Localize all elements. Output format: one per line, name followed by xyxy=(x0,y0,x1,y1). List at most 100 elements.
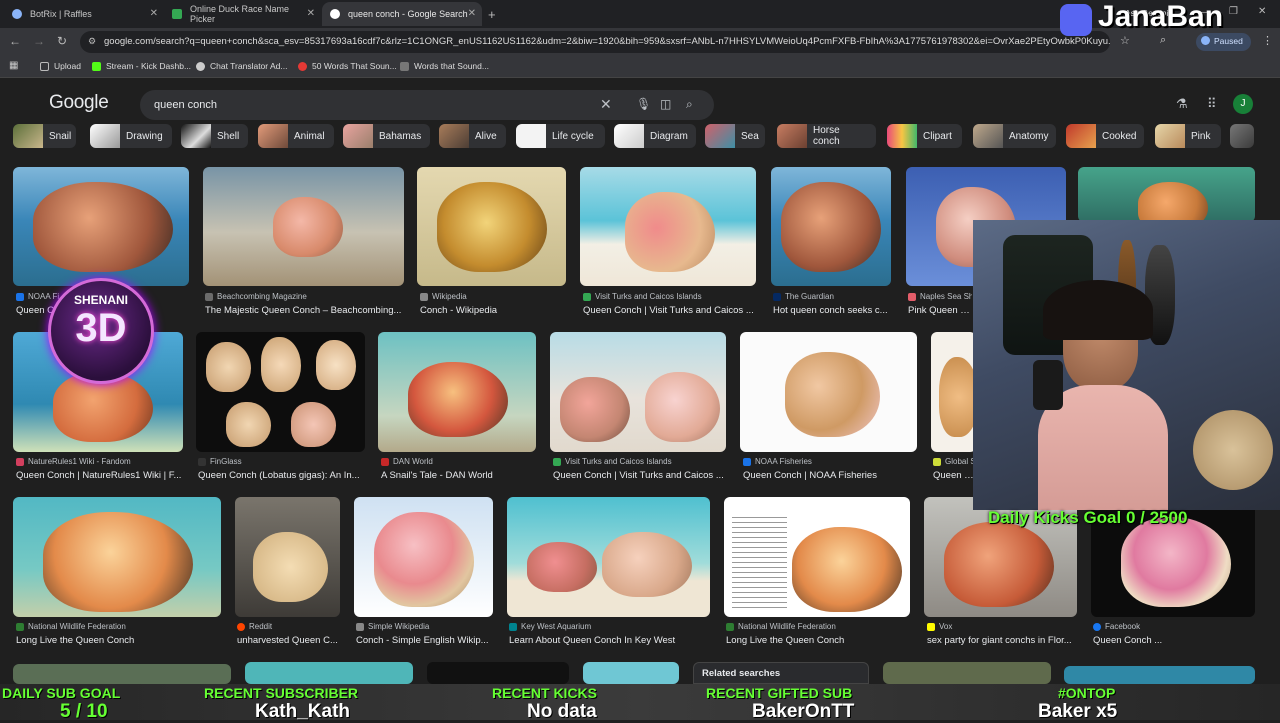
result-title[interactable]: Queen co... xyxy=(933,470,975,481)
result-image[interactable] xyxy=(1064,666,1255,684)
result-image[interactable] xyxy=(931,332,976,452)
chip-cooked[interactable]: Cooked xyxy=(1066,124,1144,148)
result-image[interactable] xyxy=(13,664,231,684)
tab-duck-race[interactable]: Online Duck Race Name Picker ✕ xyxy=(164,2,321,26)
result-source[interactable]: NOAA Fisheries xyxy=(743,457,918,466)
result-source[interactable]: NatureRules1 Wiki - Fandom xyxy=(16,457,186,466)
result-source[interactable]: Key West Aquarium xyxy=(509,622,709,631)
result-image[interactable] xyxy=(550,332,726,452)
maximize-icon[interactable]: ❐ xyxy=(1229,6,1238,17)
result-source[interactable]: Reddit xyxy=(237,622,342,631)
result-source[interactable]: Vox xyxy=(927,622,1077,631)
microphone-icon[interactable]: 🎙 xyxy=(636,97,651,111)
result-title[interactable]: Queen Conch | NOAA Fisheries xyxy=(743,470,918,481)
profile-paused-button[interactable]: Paused xyxy=(1196,33,1251,51)
forward-icon[interactable]: → xyxy=(33,34,45,48)
search-box[interactable]: queen conch ✕ 🎙 ◫ ⌕ xyxy=(140,90,714,120)
result-image[interactable] xyxy=(378,332,536,452)
chip-pink[interactable]: Pink xyxy=(1155,124,1221,148)
chip-animal[interactable]: Animal xyxy=(258,124,334,148)
apps-grid-icon[interactable]: ▦ xyxy=(9,60,18,71)
result-image[interactable] xyxy=(724,497,910,617)
result-image[interactable] xyxy=(771,167,891,286)
result-source[interactable]: FinGlass xyxy=(198,457,368,466)
result-title[interactable]: Pink Queen Con... xyxy=(908,305,972,316)
result-title[interactable]: Queen Conch | NatureRules1 Wiki | F... xyxy=(16,470,186,481)
bookmark-chat-translator[interactable]: Chat Translator Ad... xyxy=(196,61,287,71)
result-image[interactable] xyxy=(507,497,710,617)
result-title[interactable]: unharvested Queen C... xyxy=(237,635,342,646)
result-title[interactable]: Learn About Queen Conch In Key West xyxy=(509,635,709,646)
labs-flask-icon[interactable]: ⚗ xyxy=(1176,96,1188,112)
close-tab-icon[interactable]: ✕ xyxy=(307,8,315,19)
result-source[interactable]: Facebook xyxy=(1093,622,1253,631)
close-tab-icon[interactable]: ✕ xyxy=(468,8,476,19)
search-icon[interactable]: ⌕ xyxy=(686,97,693,112)
result-source[interactable]: Wikipedia xyxy=(420,292,570,301)
new-tab-icon[interactable]: + xyxy=(488,7,496,22)
chip-anatomy[interactable]: Anatomy xyxy=(973,124,1056,148)
tab-google-search[interactable]: queen conch - Google Search ✕ xyxy=(322,2,482,26)
bookmark-kick[interactable]: Stream - Kick Dashb... xyxy=(92,61,191,71)
result-title[interactable]: The Majestic Queen Conch – Beachcombing.… xyxy=(205,305,405,316)
chip-bahamas[interactable]: Bahamas xyxy=(343,124,430,148)
result-image[interactable] xyxy=(583,662,679,684)
chip-sea[interactable]: Sea xyxy=(705,124,765,148)
google-logo[interactable]: Google xyxy=(49,92,109,114)
chip-life-cycle[interactable]: Life cycle xyxy=(516,124,605,148)
result-title[interactable]: Conch - Simple English Wikip... xyxy=(356,635,496,646)
chip-shell[interactable]: Shell xyxy=(181,124,248,148)
result-source[interactable]: Global S... xyxy=(933,457,975,466)
result-source[interactable]: Visit Turks and Caicos Islands xyxy=(583,292,758,301)
result-title[interactable]: sex party for giant conchs in Flor... xyxy=(927,635,1077,646)
result-source[interactable]: National Wildlife Federation xyxy=(16,622,221,631)
result-source[interactable]: Naples Sea Sh... xyxy=(908,292,972,301)
result-source[interactable]: Simple Wikipedia xyxy=(356,622,496,631)
search-input[interactable]: queen conch xyxy=(154,99,217,111)
chip-drawing[interactable]: Drawing xyxy=(90,124,172,148)
close-window-icon[interactable]: ✕ xyxy=(1258,6,1266,17)
chip-horse-conch[interactable]: Horse conch xyxy=(777,124,876,148)
google-apps-icon[interactable]: ⠿ xyxy=(1207,96,1217,112)
result-image[interactable] xyxy=(740,332,917,452)
result-title[interactable]: Queen Conch (Lobatus gigas): An In... xyxy=(198,470,364,481)
result-source[interactable]: National Wildlife Federation xyxy=(726,622,911,631)
reload-icon[interactable]: ↻ xyxy=(57,34,67,48)
result-image[interactable] xyxy=(354,497,493,617)
bookmark-50-words[interactable]: 50 Words That Soun... xyxy=(298,61,397,71)
result-image[interactable] xyxy=(203,167,404,286)
result-title[interactable]: Long Live the Queen Conch xyxy=(16,635,221,646)
result-image[interactable] xyxy=(13,497,221,617)
bookmark-upload[interactable]: Upload xyxy=(40,61,81,71)
result-image[interactable] xyxy=(235,497,340,617)
bookmark-star-icon[interactable]: ☆ xyxy=(1120,34,1130,47)
result-image[interactable] xyxy=(427,662,569,684)
camera-lens-icon[interactable]: ◫ xyxy=(660,97,671,111)
result-image[interactable] xyxy=(245,662,413,684)
avatar[interactable]: J xyxy=(1233,94,1253,114)
result-title[interactable]: Hot queen conch seeks c... xyxy=(773,305,893,316)
result-title[interactable]: Queen Conch | Visit Turks and Caicos ... xyxy=(583,305,758,316)
result-image[interactable] xyxy=(1078,167,1255,222)
result-image[interactable] xyxy=(13,167,189,286)
result-source[interactable]: Beachcombing Magazine xyxy=(205,292,405,301)
result-title[interactable]: Queen Conch ... xyxy=(1093,635,1253,646)
bookmark-words-that-sound[interactable]: Words that Sound... xyxy=(400,61,489,71)
result-source[interactable]: DAN World xyxy=(381,457,539,466)
result-source[interactable]: The Guardian xyxy=(773,292,893,301)
result-title[interactable]: Conch - Wikipedia xyxy=(420,305,570,316)
result-title[interactable]: A Snail's Tale - DAN World xyxy=(381,470,539,481)
chip-clipart[interactable]: Clipart xyxy=(887,124,962,148)
chip-diagram[interactable]: Diagram xyxy=(614,124,696,148)
clear-icon[interactable]: ✕ xyxy=(600,96,612,113)
chip-snail[interactable]: Snail xyxy=(13,124,76,148)
result-title[interactable]: Queen Conch | Visit Turks and Caicos ... xyxy=(553,470,728,481)
site-info-icon[interactable]: ⚙ xyxy=(88,36,96,47)
result-title[interactable]: Long Live the Queen Conch xyxy=(726,635,911,646)
menu-dots-icon[interactable]: ⋮ xyxy=(1262,34,1273,47)
chip-alive[interactable]: Alive xyxy=(439,124,506,148)
address-bar[interactable]: ⚙ google.com/search?q=queen+conch&sca_es… xyxy=(80,31,1110,53)
chip-more[interactable] xyxy=(1230,124,1254,148)
close-tab-icon[interactable]: ✕ xyxy=(150,8,158,19)
tab-botrix[interactable]: BotRix | Raffles ✕ xyxy=(4,2,164,26)
